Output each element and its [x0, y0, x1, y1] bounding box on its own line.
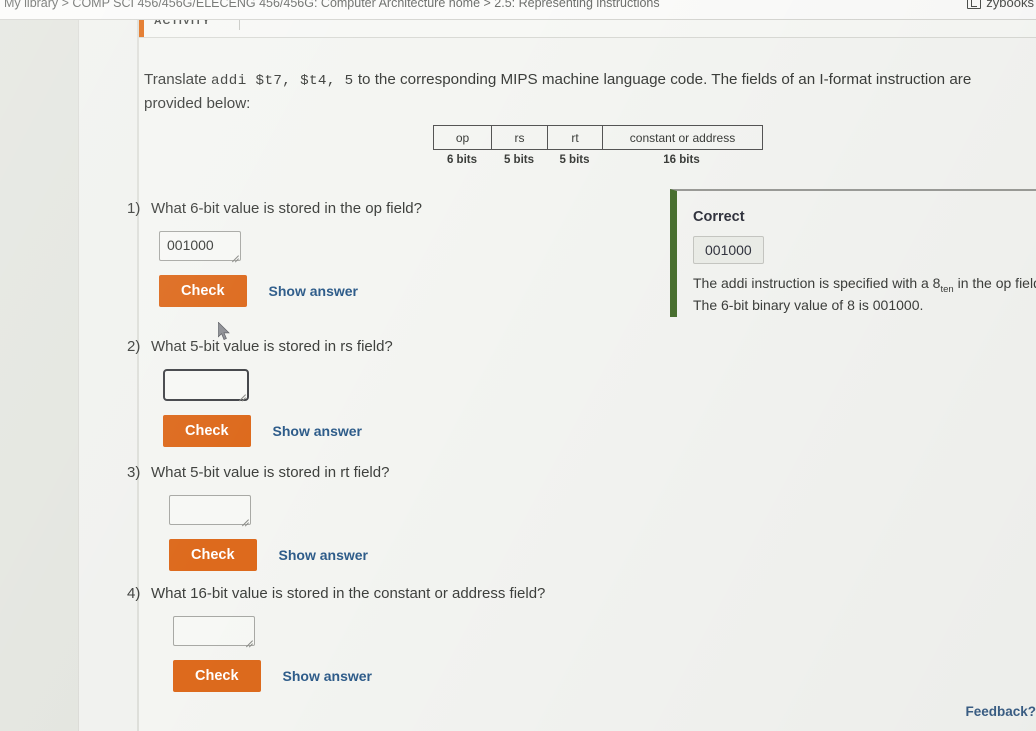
question-2-number: 2): [127, 338, 141, 355]
resize-handle-icon[interactable]: [243, 634, 253, 644]
question-1-actions: Check Show answer: [159, 275, 747, 307]
bits-op: 6 bits: [446, 154, 478, 166]
answer-value-1: 001000: [167, 237, 214, 253]
field-name-row: op rs rt constant or address: [433, 125, 763, 150]
show-answer-link-2[interactable]: Show answer: [273, 423, 362, 439]
bits-const: 16 bits: [663, 154, 700, 166]
activity-accent-bar: [139, 20, 144, 37]
question-block-3: 3) What 5-bit value is stored in rt field…: [127, 464, 747, 571]
prompt-lead: Translate: [144, 71, 211, 88]
question-prompt: Translate addi $t7, $t4, 5 to the corres…: [144, 68, 1024, 116]
explanation-subscript: ten: [940, 283, 954, 295]
show-answer-link-3[interactable]: Show answer: [279, 547, 368, 563]
activity-separator: [239, 20, 240, 30]
question-4-number: 4): [127, 585, 141, 602]
question-1-number: 1): [127, 200, 141, 217]
explanation-line2: The 6-bit binary value of 8 is 001000.: [693, 297, 924, 314]
book-icon: [967, 0, 982, 9]
question-2-title: 2) What 5-bit value is stored in rs field…: [127, 338, 747, 355]
bits-rt: 5 bits: [559, 154, 590, 166]
correct-explanation: The addi instruction is specified with a…: [693, 274, 1036, 316]
question-3-number: 3): [127, 464, 141, 481]
question-3-title: 3) What 5-bit value is stored in rt field…: [127, 464, 747, 481]
show-answer-link-4[interactable]: Show answer: [283, 668, 372, 684]
question-3-actions: Check Show answer: [169, 539, 747, 571]
brand-label: zybooks: [986, 0, 1034, 10]
explanation-part2: in the op field.: [953, 275, 1036, 291]
check-button-2[interactable]: Check: [163, 415, 251, 447]
question-block-1: 1) What 6-bit value is stored in the op f…: [127, 200, 747, 307]
page-root: My library > COMP SCI 456/456G/ELECENG 4…: [0, 0, 1036, 731]
breadcrumb[interactable]: My library > COMP SCI 456/456G/ELECENG 4…: [4, 0, 660, 10]
question-block-4: 4) What 16-bit value is stored in the con…: [127, 585, 827, 692]
question-2-actions: Check Show answer: [163, 415, 747, 447]
explanation-part1: The addi instruction is specified with a…: [693, 275, 941, 291]
answer-input-4[interactable]: [173, 616, 255, 646]
bits-rs: 5 bits: [503, 154, 535, 166]
prompt-code: addi $t7, $t4, 5: [210, 73, 354, 89]
question-4-title: 4) What 16-bit value is stored in the con…: [127, 585, 827, 602]
question-4-actions: Check Show answer: [173, 660, 827, 692]
show-answer-link-1[interactable]: Show answer: [269, 283, 358, 299]
instruction-format-table: op rs rt constant or address 6 bits 5 bi…: [433, 125, 763, 166]
activity-card: ACTIVITY Translate addi $t7, $t4, 5 to t…: [127, 20, 1036, 731]
field-cell-op: op: [434, 126, 492, 149]
top-navigation-bar: My library > COMP SCI 456/456G/ELECENG 4…: [0, 0, 1036, 20]
field-bits-row: 6 bits 5 bits 5 bits 16 bits: [433, 154, 763, 166]
activity-header-strip: ACTIVITY: [139, 20, 1036, 38]
resize-handle-icon[interactable]: [236, 388, 246, 398]
correct-answer-value: 001000: [693, 236, 764, 264]
check-button-1[interactable]: Check: [159, 275, 247, 307]
question-block-2: 2) What 5-bit value is stored in rs field…: [127, 338, 747, 447]
answer-input-3[interactable]: [169, 495, 251, 525]
brand-area[interactable]: zybooks: [967, 0, 1034, 10]
answer-input-1[interactable]: 001000: [159, 231, 241, 261]
resize-handle-icon[interactable]: [229, 249, 239, 259]
field-cell-rt: rt: [548, 126, 603, 149]
resize-handle-icon[interactable]: [239, 513, 249, 523]
check-button-3[interactable]: Check: [169, 539, 257, 571]
feedback-link[interactable]: Feedback?: [965, 704, 1036, 719]
check-button-4[interactable]: Check: [173, 660, 261, 692]
field-cell-const: constant or address: [629, 131, 736, 145]
question-2-text: What 5-bit value is stored in rs field?: [151, 338, 393, 355]
question-1-text: What 6-bit value is stored in the op fie…: [151, 200, 422, 217]
question-3-text: What 5-bit value is stored in rt field?: [151, 464, 390, 481]
answer-input-2[interactable]: [163, 369, 249, 401]
field-cell-rs: rs: [492, 126, 548, 149]
left-gutter-outer: [0, 20, 78, 731]
correct-feedback-panel: Correct 001000 The addi instruction is s…: [670, 189, 1036, 317]
correct-title: Correct: [693, 209, 745, 225]
activity-label: ACTIVITY: [154, 20, 211, 27]
question-1-title: 1) What 6-bit value is stored in the op f…: [127, 200, 747, 217]
question-4-text: What 16-bit value is stored in the const…: [151, 585, 546, 602]
